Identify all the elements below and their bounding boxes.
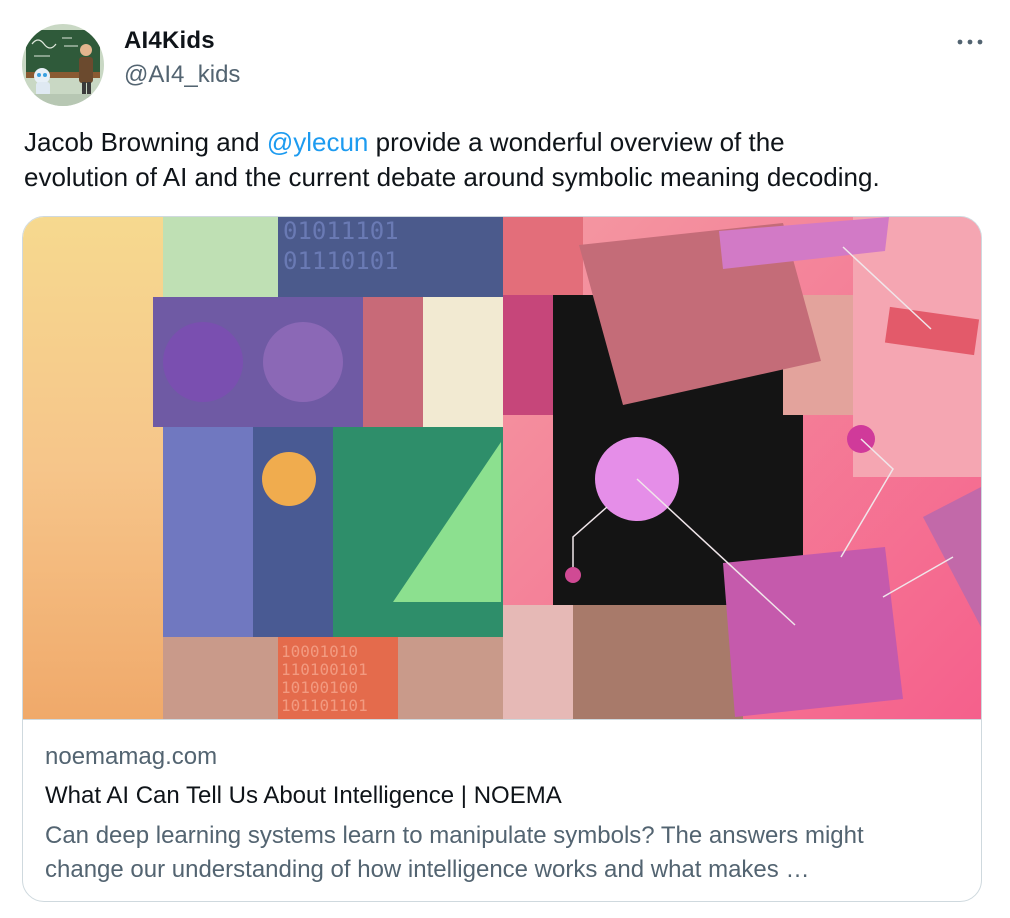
binary-text: 01011101	[283, 217, 399, 245]
binary-text: 01110101	[283, 247, 399, 275]
card-image[interactable]: 01011101 01110101 10001010 110100101 101…	[23, 217, 981, 720]
link-preview-card[interactable]: 01011101 01110101 10001010 110100101 101…	[22, 216, 982, 902]
more-options-button[interactable]	[952, 30, 988, 54]
display-name[interactable]: AI4Kids	[124, 26, 215, 56]
card-title[interactable]: What AI Can Tell Us About Intelligence |…	[45, 781, 562, 811]
binary-text: 10100100	[281, 678, 358, 697]
tweet-text-part: provide a wonderful overview of the	[368, 127, 785, 157]
avatar[interactable]	[22, 24, 104, 106]
card-artwork-image: 01011101 01110101 10001010 110100101 101…	[23, 217, 981, 719]
more-horizontal-icon	[957, 39, 983, 45]
binary-text: 101101101	[281, 696, 368, 715]
card-description-line: change our understanding of how intellig…	[45, 856, 810, 883]
tweet-text-part: evolution of AI and the current debate a…	[24, 162, 880, 192]
card-description: Can deep learning systems learn to manip…	[45, 819, 965, 887]
card-description-line: Can deep learning systems learn to manip…	[45, 822, 864, 849]
tweet: AI4Kids @AI4_kids Jacob Browning and @yl…	[0, 0, 1010, 918]
robot-teacher-avatar-icon	[22, 24, 104, 106]
mention-link[interactable]: @ylecun	[267, 127, 369, 157]
user-handle[interactable]: @AI4_kids	[124, 60, 240, 90]
binary-text: 10001010	[281, 642, 358, 661]
tweet-text: Jacob Browning and @ylecun provide a won…	[24, 125, 984, 195]
card-domain: noemamag.com	[45, 743, 218, 770]
binary-text: 110100101	[281, 660, 368, 679]
tweet-text-part: Jacob Browning and	[24, 127, 267, 157]
